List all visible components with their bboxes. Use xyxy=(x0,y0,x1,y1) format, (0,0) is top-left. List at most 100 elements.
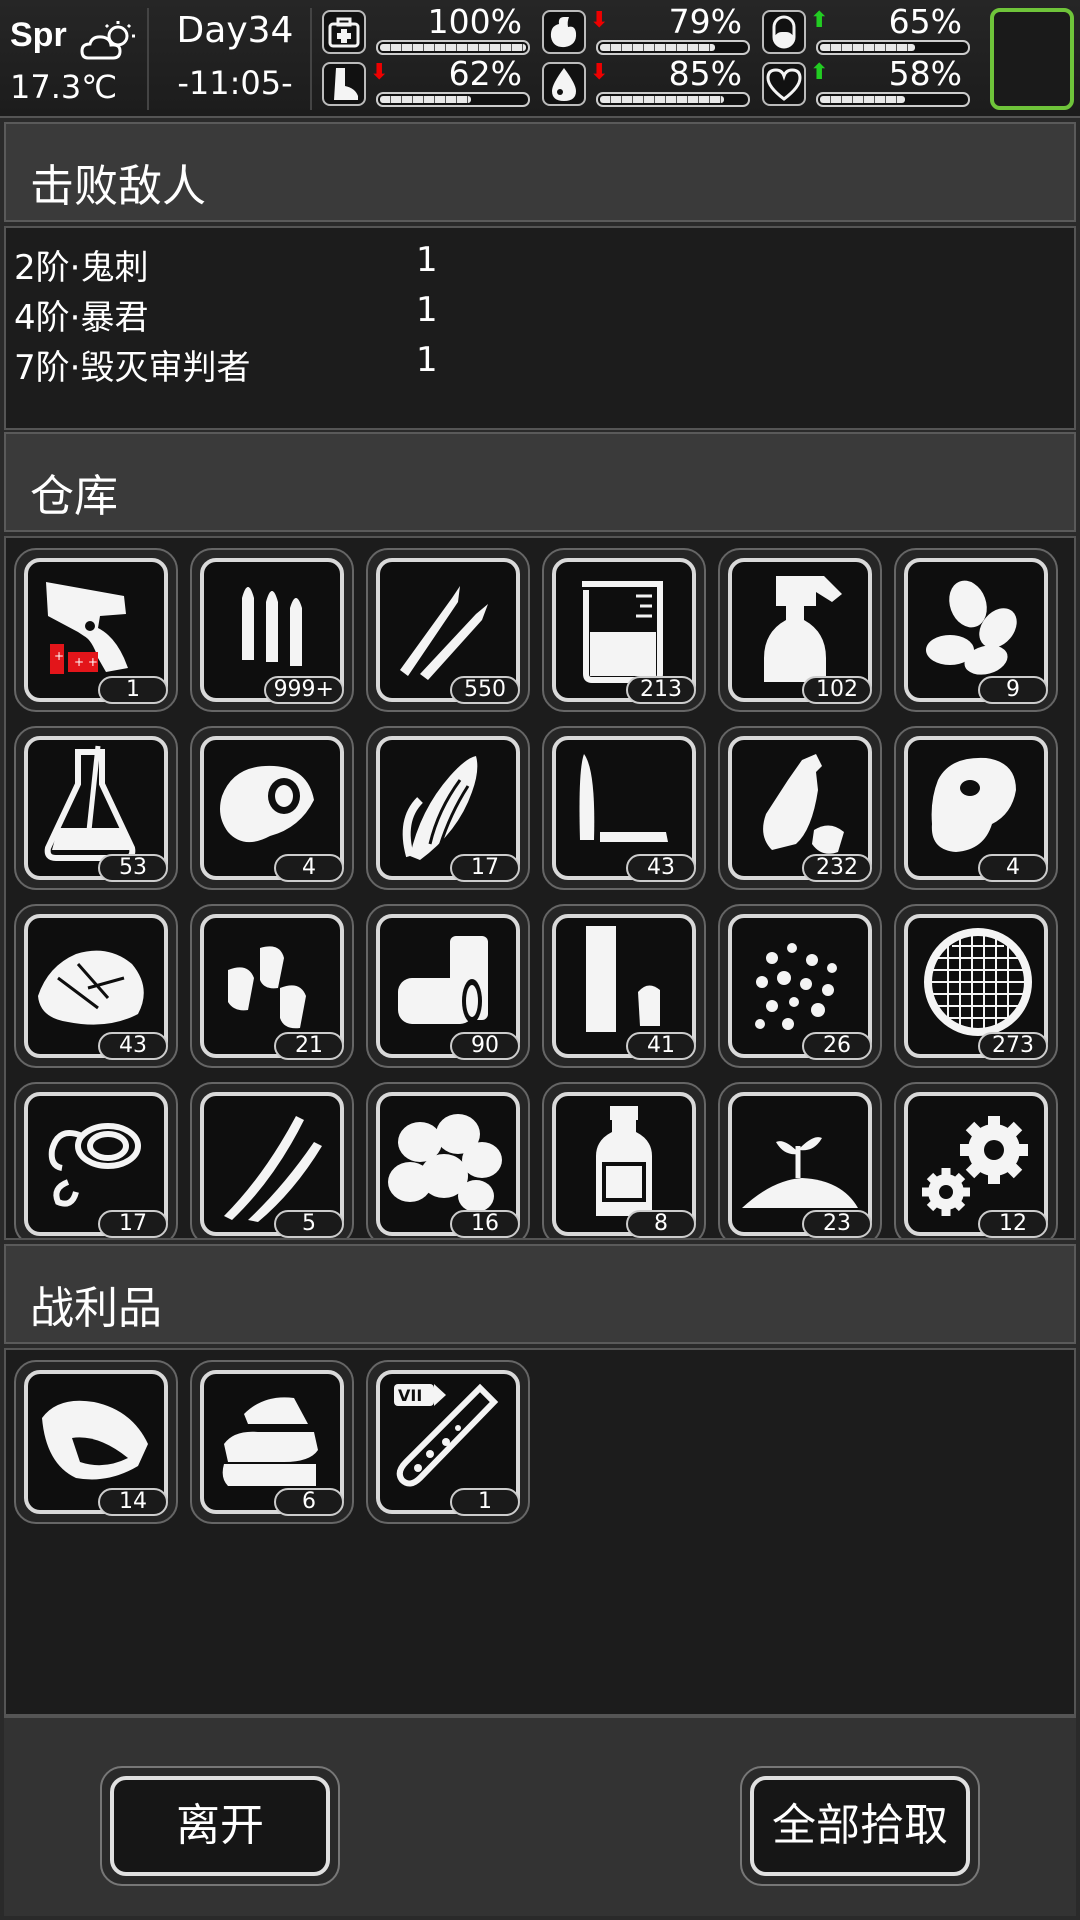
defeated-enemies-list: 2阶·鬼刺 1 4阶·暴君 1 7阶·毁灭审判者 1 xyxy=(4,226,1076,430)
leave-button[interactable]: 离开 xyxy=(100,1766,340,1886)
defeated-enemies-header: 击败敌人 xyxy=(4,122,1076,222)
stat-bar-fill xyxy=(600,44,716,51)
item-quantity: 12 xyxy=(978,1210,1048,1238)
item-slot[interactable]: 4 xyxy=(894,726,1058,890)
item-quantity: 273 xyxy=(978,1032,1048,1060)
enemy-row: 4阶·暴君 1 xyxy=(14,290,438,338)
trend-up-icon: ⬆ xyxy=(810,8,829,33)
item-quantity: 41 xyxy=(626,1032,696,1060)
divider xyxy=(310,8,312,110)
stat-bar xyxy=(596,40,750,55)
item-slot[interactable]: 14 xyxy=(14,1360,178,1524)
item-slot[interactable]: VII 1 xyxy=(366,1360,530,1524)
item-quantity: 26 xyxy=(802,1032,872,1060)
day-counter: Day34 xyxy=(176,10,294,51)
item-quantity: 1 xyxy=(98,676,168,704)
pill-icon xyxy=(762,10,806,54)
item-slot[interactable]: 9 xyxy=(894,548,1058,712)
stat-value: 100% xyxy=(427,2,522,41)
stat-bar xyxy=(596,92,750,107)
enemy-count: 1 xyxy=(416,290,438,330)
item-quantity: 43 xyxy=(98,1032,168,1060)
item-quantity: 9 xyxy=(978,676,1048,704)
item-quantity: 232 xyxy=(802,854,872,882)
pick-all-button[interactable]: 全部拾取 xyxy=(740,1766,980,1886)
item-quantity: 43 xyxy=(626,854,696,882)
item-slot[interactable]: 999+ xyxy=(190,548,354,712)
trend-down-icon: ⬇ xyxy=(590,8,609,33)
item-slot[interactable]: 26 xyxy=(718,904,882,1068)
trend-up-icon: ⬆ xyxy=(810,60,829,85)
stat-value: 85% xyxy=(668,54,742,93)
item-slot[interactable]: 43 xyxy=(14,904,178,1068)
loot-header: 战利品 xyxy=(4,1244,1076,1344)
item-slot[interactable]: 21 xyxy=(190,904,354,1068)
stat-stomach: ⬇ 79% xyxy=(542,2,752,58)
item-slot[interactable]: 17 xyxy=(366,726,530,890)
svg-text:VII: VII xyxy=(398,1386,422,1405)
season-label: Spr xyxy=(10,16,67,54)
section-title: 仓库 xyxy=(30,471,118,522)
item-slot[interactable]: 232 xyxy=(718,726,882,890)
divider xyxy=(147,8,149,110)
item-slot[interactable]: 41 xyxy=(542,904,706,1068)
item-slot[interactable]: 16 xyxy=(366,1082,530,1238)
enemy-name: 4阶·暴君 xyxy=(14,298,149,338)
warehouse-grid[interactable]: + + + 1 999+ 550 213 102 9 53 4 17 43 23… xyxy=(4,536,1076,1240)
item-slot[interactable]: 12 xyxy=(894,1082,1058,1238)
item-quantity: 17 xyxy=(450,854,520,882)
item-slot[interactable]: 213 xyxy=(542,548,706,712)
item-slot[interactable]: 8 xyxy=(542,1082,706,1238)
stat-bar-fill xyxy=(820,44,915,51)
item-slot[interactable]: 43 xyxy=(542,726,706,890)
item-slot[interactable]: 17 xyxy=(14,1082,178,1238)
action-bar: 离开 全部拾取 xyxy=(4,1716,1076,1916)
item-quantity: 4 xyxy=(978,854,1048,882)
quick-slot-button[interactable] xyxy=(990,8,1074,110)
item-slot[interactable]: 273 xyxy=(894,904,1058,1068)
item-quantity: 90 xyxy=(450,1032,520,1060)
leave-button-label: 离开 xyxy=(110,1776,330,1876)
item-quantity: 53 xyxy=(98,854,168,882)
stat-value: 62% xyxy=(448,54,522,93)
item-quantity: 16 xyxy=(450,1210,520,1238)
item-slot[interactable]: 90 xyxy=(366,904,530,1068)
warehouse-header: 仓库 xyxy=(4,432,1076,532)
partly-cloudy-icon xyxy=(80,21,135,60)
trend-down-icon: ⬇ xyxy=(590,60,609,85)
stat-value: 58% xyxy=(888,54,962,93)
item-slot[interactable]: 53 xyxy=(14,726,178,890)
stat-heart: ⬆ 58% xyxy=(762,54,972,110)
stat-water-drop: ⬇ 85% xyxy=(542,54,752,110)
season-panel: Spr 17.3℃ xyxy=(10,10,145,110)
item-quantity: 8 xyxy=(626,1210,696,1238)
item-slot[interactable]: 102 xyxy=(718,548,882,712)
stat-health: 100% xyxy=(322,2,532,58)
item-slot[interactable]: 5 xyxy=(190,1082,354,1238)
stat-foot: ⬇ 62% xyxy=(322,54,532,110)
enemy-row: 7阶·毁灭审判者 1 xyxy=(14,340,438,388)
stat-bar-fill xyxy=(380,96,471,103)
stat-bar-fill xyxy=(380,44,526,51)
enemy-name: 2阶·鬼刺 xyxy=(14,248,149,288)
item-quantity: 21 xyxy=(274,1032,344,1060)
stat-bar-fill xyxy=(600,96,725,103)
item-slot[interactable]: 4 xyxy=(190,726,354,890)
loot-grid[interactable]: 14 6 VII 1 xyxy=(4,1348,1076,1716)
stat-bar-fill xyxy=(820,96,905,103)
item-slot[interactable]: 550 xyxy=(366,548,530,712)
stomach-icon xyxy=(542,10,586,54)
item-slot[interactable]: + + + 1 xyxy=(14,548,178,712)
temperature-label: 17.3℃ xyxy=(10,68,118,106)
item-slot[interactable]: 6 xyxy=(190,1360,354,1524)
foot-icon xyxy=(322,62,366,106)
item-quantity: 14 xyxy=(98,1488,168,1516)
item-slot[interactable]: 23 xyxy=(718,1082,882,1238)
svg-text:+: + xyxy=(54,649,64,663)
item-quantity: 17 xyxy=(98,1210,168,1238)
stat-value: 79% xyxy=(668,2,742,41)
section-title: 战利品 xyxy=(30,1283,162,1334)
enemy-count: 1 xyxy=(416,240,438,280)
item-quantity: 4 xyxy=(274,854,344,882)
stat-pill: ⬆ 65% xyxy=(762,2,972,58)
